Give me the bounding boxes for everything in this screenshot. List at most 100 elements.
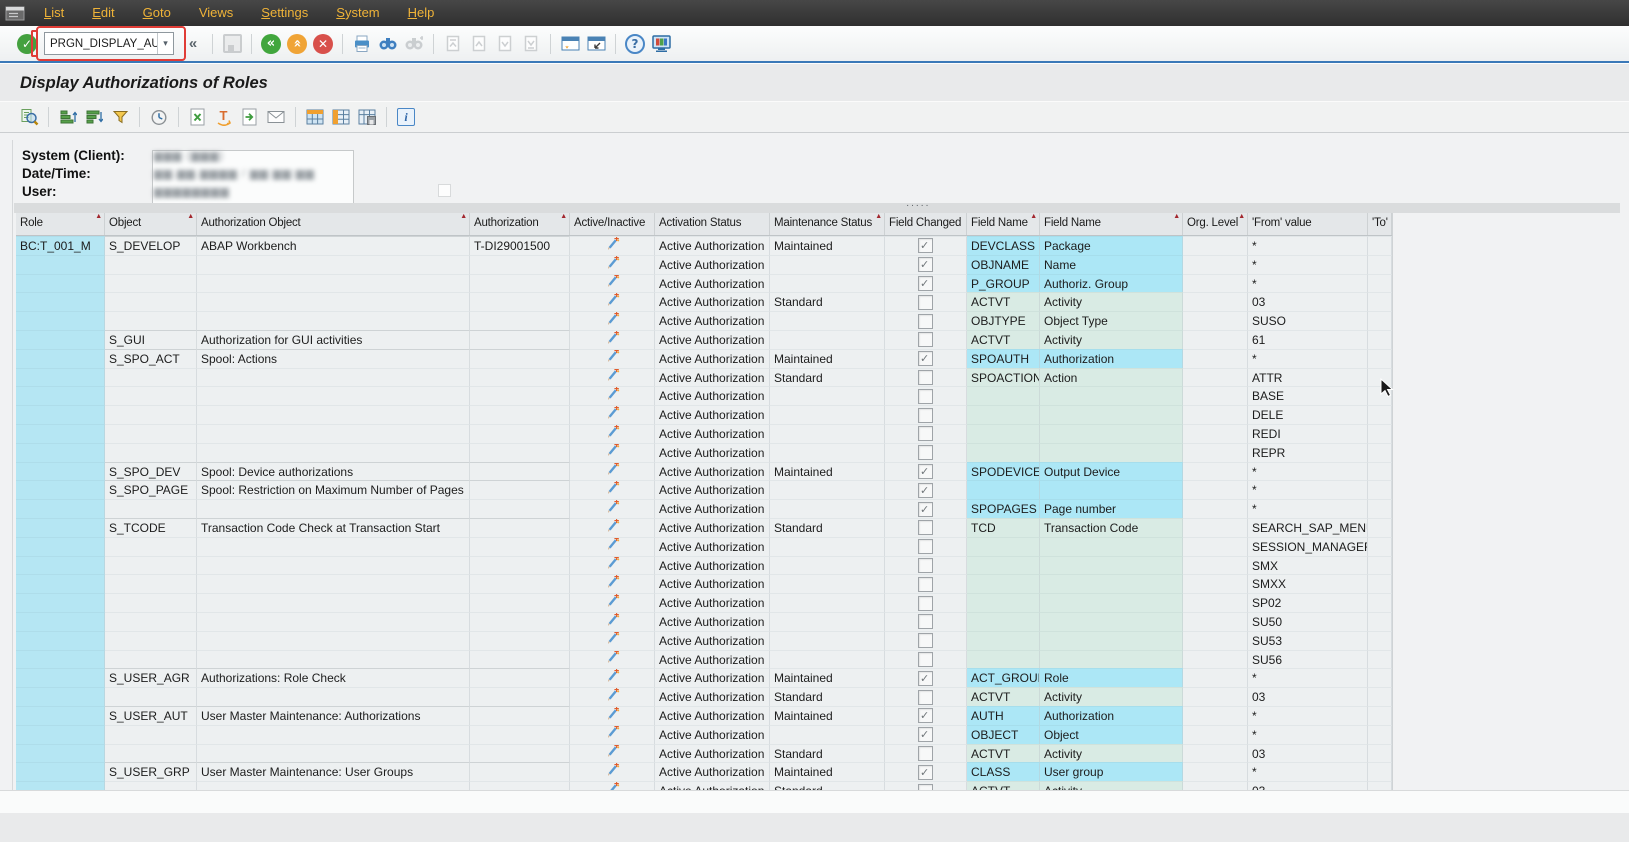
field-changed-checkbox[interactable] [918,727,933,742]
clock-icon[interactable] [147,105,171,129]
active-inactive-cell[interactable] [570,499,655,518]
field-changed-cell[interactable] [885,631,967,650]
pencil-change-icon[interactable] [605,744,620,763]
excel-icon[interactable] [186,105,210,129]
command-field[interactable]: PRGN_DISPLAY_AUT▾ [44,32,174,55]
pencil-change-icon[interactable] [605,405,620,424]
first-page-icon[interactable] [441,32,465,56]
field-changed-cell[interactable] [885,349,967,368]
pencil-change-icon[interactable] [605,443,620,462]
active-inactive-cell[interactable] [570,405,655,424]
field-changed-cell[interactable] [885,574,967,593]
field-changed-cell[interactable] [885,255,967,274]
sort-asc-icon[interactable] [56,105,80,129]
pencil-change-icon[interactable] [605,668,620,687]
field-changed-cell[interactable] [885,706,967,725]
menu-item-system[interactable]: System [322,5,393,20]
active-inactive-cell[interactable] [570,480,655,499]
field-changed-cell[interactable] [885,330,967,349]
find-icon[interactable] [376,32,400,56]
field-changed-checkbox[interactable] [918,370,933,385]
field-changed-checkbox[interactable] [918,539,933,554]
field-changed-cell[interactable] [885,650,967,669]
column-header-field-name[interactable]: Field Name▲ [967,213,1040,235]
pencil-change-icon[interactable] [605,255,620,274]
field-changed-cell[interactable] [885,556,967,575]
back-icon[interactable]: « [259,32,283,56]
pencil-change-icon[interactable] [605,292,620,311]
pencil-change-icon[interactable] [605,462,620,481]
save-icon[interactable] [220,32,244,56]
field-changed-cell[interactable] [885,744,967,763]
column-header--to-[interactable]: 'To' [1368,213,1392,235]
active-inactive-cell[interactable] [570,424,655,443]
active-inactive-cell[interactable] [570,443,655,462]
active-inactive-cell[interactable] [570,292,655,311]
print-icon[interactable] [350,32,374,56]
column-header-authorization-object[interactable]: Authorization Object▲ [197,213,470,235]
pencil-change-icon[interactable] [605,631,620,650]
field-changed-checkbox[interactable] [918,652,933,667]
field-changed-checkbox[interactable] [918,445,933,460]
system-menu-icon[interactable] [0,6,30,21]
field-changed-cell[interactable] [885,274,967,293]
new-session-icon[interactable] [558,32,582,56]
field-changed-cell[interactable] [885,762,967,781]
pencil-change-icon[interactable] [605,424,620,443]
pencil-change-icon[interactable] [605,368,620,387]
active-inactive-cell[interactable] [570,386,655,405]
active-inactive-cell[interactable] [570,349,655,368]
details-icon[interactable] [17,105,41,129]
active-inactive-cell[interactable] [570,368,655,387]
field-changed-cell[interactable] [885,518,967,537]
menu-item-list[interactable]: List [30,5,78,20]
active-inactive-cell[interactable] [570,537,655,556]
exit-icon[interactable]: « [285,32,309,56]
active-inactive-cell[interactable] [570,518,655,537]
field-changed-checkbox[interactable] [918,238,933,253]
find-next-icon[interactable] [402,32,426,56]
active-inactive-cell[interactable] [570,556,655,575]
pencil-change-icon[interactable] [605,518,620,537]
choose-layout-icon[interactable] [329,105,353,129]
help-icon[interactable]: ? [623,32,647,56]
field-changed-cell[interactable] [885,480,967,499]
field-changed-cell[interactable] [885,687,967,706]
field-changed-checkbox[interactable] [918,690,933,705]
info-icon[interactable]: i [394,105,418,129]
field-changed-checkbox[interactable] [918,614,933,629]
menu-item-settings[interactable]: Settings [247,5,322,20]
pencil-change-icon[interactable] [605,762,620,781]
field-changed-checkbox[interactable] [918,389,933,404]
field-changed-checkbox[interactable] [918,295,933,310]
collapse-icon[interactable]: « [181,32,205,56]
active-inactive-cell[interactable] [570,462,655,481]
field-changed-cell[interactable] [885,236,967,255]
word-icon[interactable]: T [212,105,236,129]
field-changed-checkbox[interactable] [918,671,933,686]
pencil-change-icon[interactable] [605,236,620,255]
last-page-icon[interactable] [519,32,543,56]
pencil-change-icon[interactable] [605,725,620,744]
field-changed-cell[interactable] [885,292,967,311]
field-changed-cell[interactable] [885,537,967,556]
field-changed-cell[interactable] [885,386,967,405]
field-changed-cell[interactable] [885,725,967,744]
pencil-change-icon[interactable] [605,274,620,293]
active-inactive-cell[interactable] [570,744,655,763]
field-changed-checkbox[interactable] [918,577,933,592]
active-inactive-cell[interactable] [570,236,655,255]
column-header-object[interactable]: Object▲ [105,213,197,235]
field-changed-checkbox[interactable] [918,483,933,498]
field-changed-cell[interactable] [885,424,967,443]
pencil-change-icon[interactable] [605,650,620,669]
field-changed-checkbox[interactable] [918,520,933,535]
menu-item-goto[interactable]: Goto [129,5,185,20]
pencil-change-icon[interactable] [605,480,620,499]
active-inactive-cell[interactable] [570,687,655,706]
active-inactive-cell[interactable] [570,255,655,274]
cancel-icon[interactable]: ✕ [311,32,335,56]
enter-icon[interactable]: ✓ [15,32,39,56]
save-layout-icon[interactable] [355,105,379,129]
active-inactive-cell[interactable] [570,612,655,631]
